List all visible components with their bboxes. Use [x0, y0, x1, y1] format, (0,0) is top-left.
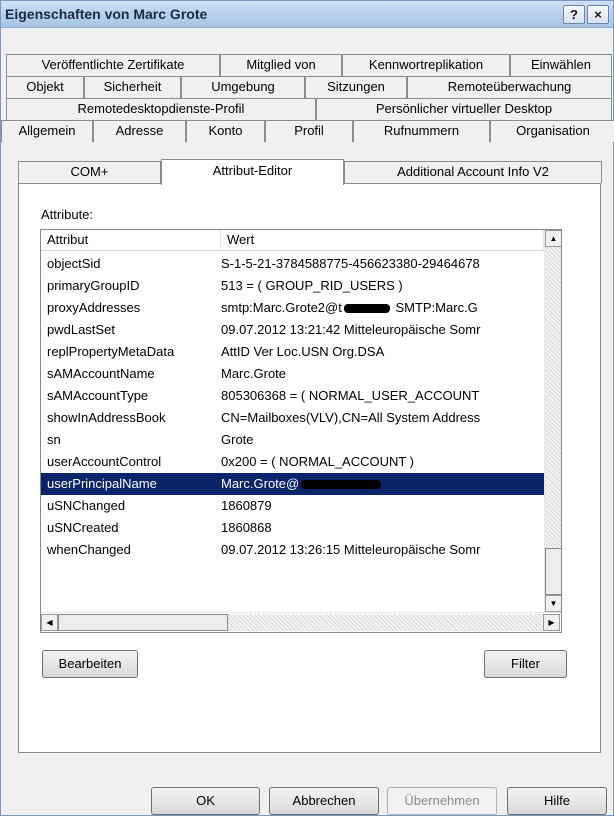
attribute-name: sn [47, 432, 61, 447]
attribute-value: 1860868 [221, 520, 272, 535]
properties-dialog: Eigenschaften von Marc Grote ? × Veröffe… [0, 0, 614, 816]
attribute-value: 513 = ( GROUP_RID_USERS ) [221, 278, 403, 293]
tab-object[interactable]: Objekt [6, 76, 84, 98]
cancel-button[interactable]: Abbrechen [269, 787, 379, 815]
tab-telephones[interactable]: Rufnummern [353, 120, 490, 142]
tab-password-replication[interactable]: Kennwortreplikation [342, 54, 510, 76]
attribute-name: whenChanged [47, 542, 131, 557]
table-row[interactable]: pwdLastSet 09.07.2012 13:21:42 Mitteleuro… [41, 319, 544, 341]
column-header-attribute[interactable]: Attribut [41, 230, 221, 251]
filter-button[interactable]: Filter [484, 650, 567, 678]
tab-address[interactable]: Adresse [93, 120, 186, 142]
attribute-name: pwdLastSet [47, 322, 115, 337]
scroll-up-icon[interactable]: ▲ [545, 230, 561, 247]
scroll-track[interactable] [545, 247, 561, 595]
attribute-value: Marc.Grote [221, 366, 287, 381]
attribute-name: replPropertyMetaData [47, 344, 175, 359]
attribute-value: AttID Ver Loc.USN Org.DSA [221, 344, 385, 359]
table-row[interactable]: replPropertyMetaData AttID Ver Loc.USN Or… [41, 341, 544, 363]
attribute-name: proxyAddresses [47, 300, 141, 315]
table-row[interactable]: uSNChanged 1860879 [41, 495, 544, 517]
attribute-name: sAMAccountType [47, 388, 149, 403]
attributes-label: Attribute: [41, 207, 94, 222]
horizontal-scrollbar[interactable]: ◀ ▶ [41, 612, 561, 632]
redaction-mark [301, 480, 382, 490]
attribute-name: sAMAccountName [47, 366, 155, 381]
close-button[interactable]: × [587, 5, 609, 24]
attribute-value-start: Marc.Grote@ [221, 476, 300, 491]
scroll-down-icon[interactable]: ▼ [545, 595, 561, 612]
attribute-value-end: SMTP:Marc.G [391, 300, 478, 315]
help-dialog-button[interactable]: Hilfe [507, 787, 607, 815]
attribute-name: uSNChanged [47, 498, 126, 513]
table-row[interactable]: primaryGroupID 513 = ( GROUP_RID_USERS ) [41, 275, 544, 297]
attribute-name: userAccountControl [47, 454, 162, 469]
table-row[interactable]: showInAddressBook CN=Mailboxes(VLV),CN=Al… [41, 407, 544, 429]
attribute-value: 1860879 [221, 498, 272, 513]
tab-remote-desktop-profile[interactable]: Remotedesktopdienste-Profil [6, 98, 316, 120]
attribute-value: Grote [221, 432, 254, 447]
apply-button[interactable]: Übernehmen [387, 787, 497, 815]
attribute-editor-panel: Attribute: Attribut Wert objectSid S-1-5-… [18, 183, 601, 753]
column-header-value[interactable]: Wert [221, 230, 544, 251]
ok-button[interactable]: OK [151, 787, 260, 815]
edit-button[interactable]: Bearbeiten [42, 650, 138, 678]
tab-security[interactable]: Sicherheit [84, 76, 181, 98]
attribute-value: smtp:Marc.Grote2@t SMTP:Marc.G [221, 300, 541, 315]
scroll-thumb[interactable] [545, 548, 561, 595]
table-row[interactable]: sAMAccountType 805306368 = ( NORMAL_USER_… [41, 385, 544, 407]
table-row[interactable]: uSNCreated 1860868 [41, 517, 544, 539]
table-row[interactable]: sn Grote [41, 429, 544, 451]
tab-profile[interactable]: Profil [265, 120, 353, 142]
scroll-left-icon[interactable]: ◀ [41, 614, 58, 631]
attribute-value: CN=Mailboxes(VLV),CN=All System Address [221, 410, 481, 425]
tab-additional-account-info[interactable]: Additional Account Info V2 [344, 161, 602, 183]
tab-general[interactable]: Allgemein [1, 120, 93, 142]
tab-personal-virtual-desktop[interactable]: Persönlicher virtueller Desktop [316, 98, 612, 120]
attribute-name: objectSid [47, 256, 101, 271]
attribute-list[interactable]: Attribut Wert objectSid S-1-5-21-37845887… [40, 229, 562, 633]
table-row[interactable]: objectSid S-1-5-21-3784588775-456623380-2… [41, 253, 544, 275]
tab-organization[interactable]: Organisation [490, 120, 614, 142]
attribute-value: 09.07.2012 13:21:42 Mitteleuropäische So… [221, 322, 481, 337]
table-row[interactable]: whenChanged 09.07.2012 13:26:15 Mitteleur… [41, 539, 544, 561]
hscroll-thumb[interactable] [58, 614, 228, 631]
table-row[interactable]: proxyAddresses smtp:Marc.Grote2@t SMTP:Ma… [41, 297, 544, 319]
redaction-mark [343, 304, 390, 314]
tab-published-certificates[interactable]: Veröffentlichte Zertifikate [6, 54, 220, 76]
tab-sessions[interactable]: Sitzungen [305, 76, 407, 98]
attribute-value: 0x200 = ( NORMAL_ACCOUNT ) [221, 454, 415, 469]
vertical-scrollbar[interactable]: ▲ ▼ [544, 230, 561, 612]
tab-dial-in[interactable]: Einwählen [510, 54, 612, 76]
tab-com-plus[interactable]: COM+ [18, 161, 161, 183]
attribute-value: Marc.Grote@ [221, 476, 541, 491]
tab-member-of[interactable]: Mitglied von [220, 54, 342, 76]
table-row[interactable]: userPrincipalName Marc.Grote@ [41, 473, 544, 495]
attribute-value: S-1-5-21-3784588775-456623380-29464678 [221, 256, 480, 271]
list-rows: objectSid S-1-5-21-3784588775-456623380-2… [41, 251, 544, 611]
attribute-value-start: smtp:Marc.Grote2@t [221, 300, 342, 315]
title-bar[interactable]: Eigenschaften von Marc Grote ? × [1, 1, 613, 28]
list-header: Attribut Wert [41, 230, 544, 251]
attribute-value: 09.07.2012 13:26:15 Mitteleuropäische So… [221, 542, 481, 557]
attribute-name: primaryGroupID [47, 278, 140, 293]
attribute-name: showInAddressBook [47, 410, 166, 425]
tab-account[interactable]: Konto [186, 120, 265, 142]
table-row[interactable]: userAccountControl 0x200 = ( NORMAL_ACCOU… [41, 451, 544, 473]
window-title: Eigenschaften von Marc Grote [5, 6, 208, 22]
tab-attribute-editor[interactable]: Attribut-Editor [161, 159, 344, 185]
attribute-name: uSNCreated [47, 520, 119, 535]
attribute-name: userPrincipalName [47, 476, 157, 491]
help-button[interactable]: ? [563, 5, 585, 24]
attribute-value: 805306368 = ( NORMAL_USER_ACCOUNT [221, 388, 480, 403]
scroll-right-icon[interactable]: ▶ [543, 614, 560, 631]
table-row[interactable]: sAMAccountName Marc.Grote [41, 363, 544, 385]
tab-remote-control[interactable]: Remoteüberwachung [407, 76, 612, 98]
tab-environment[interactable]: Umgebung [181, 76, 305, 98]
